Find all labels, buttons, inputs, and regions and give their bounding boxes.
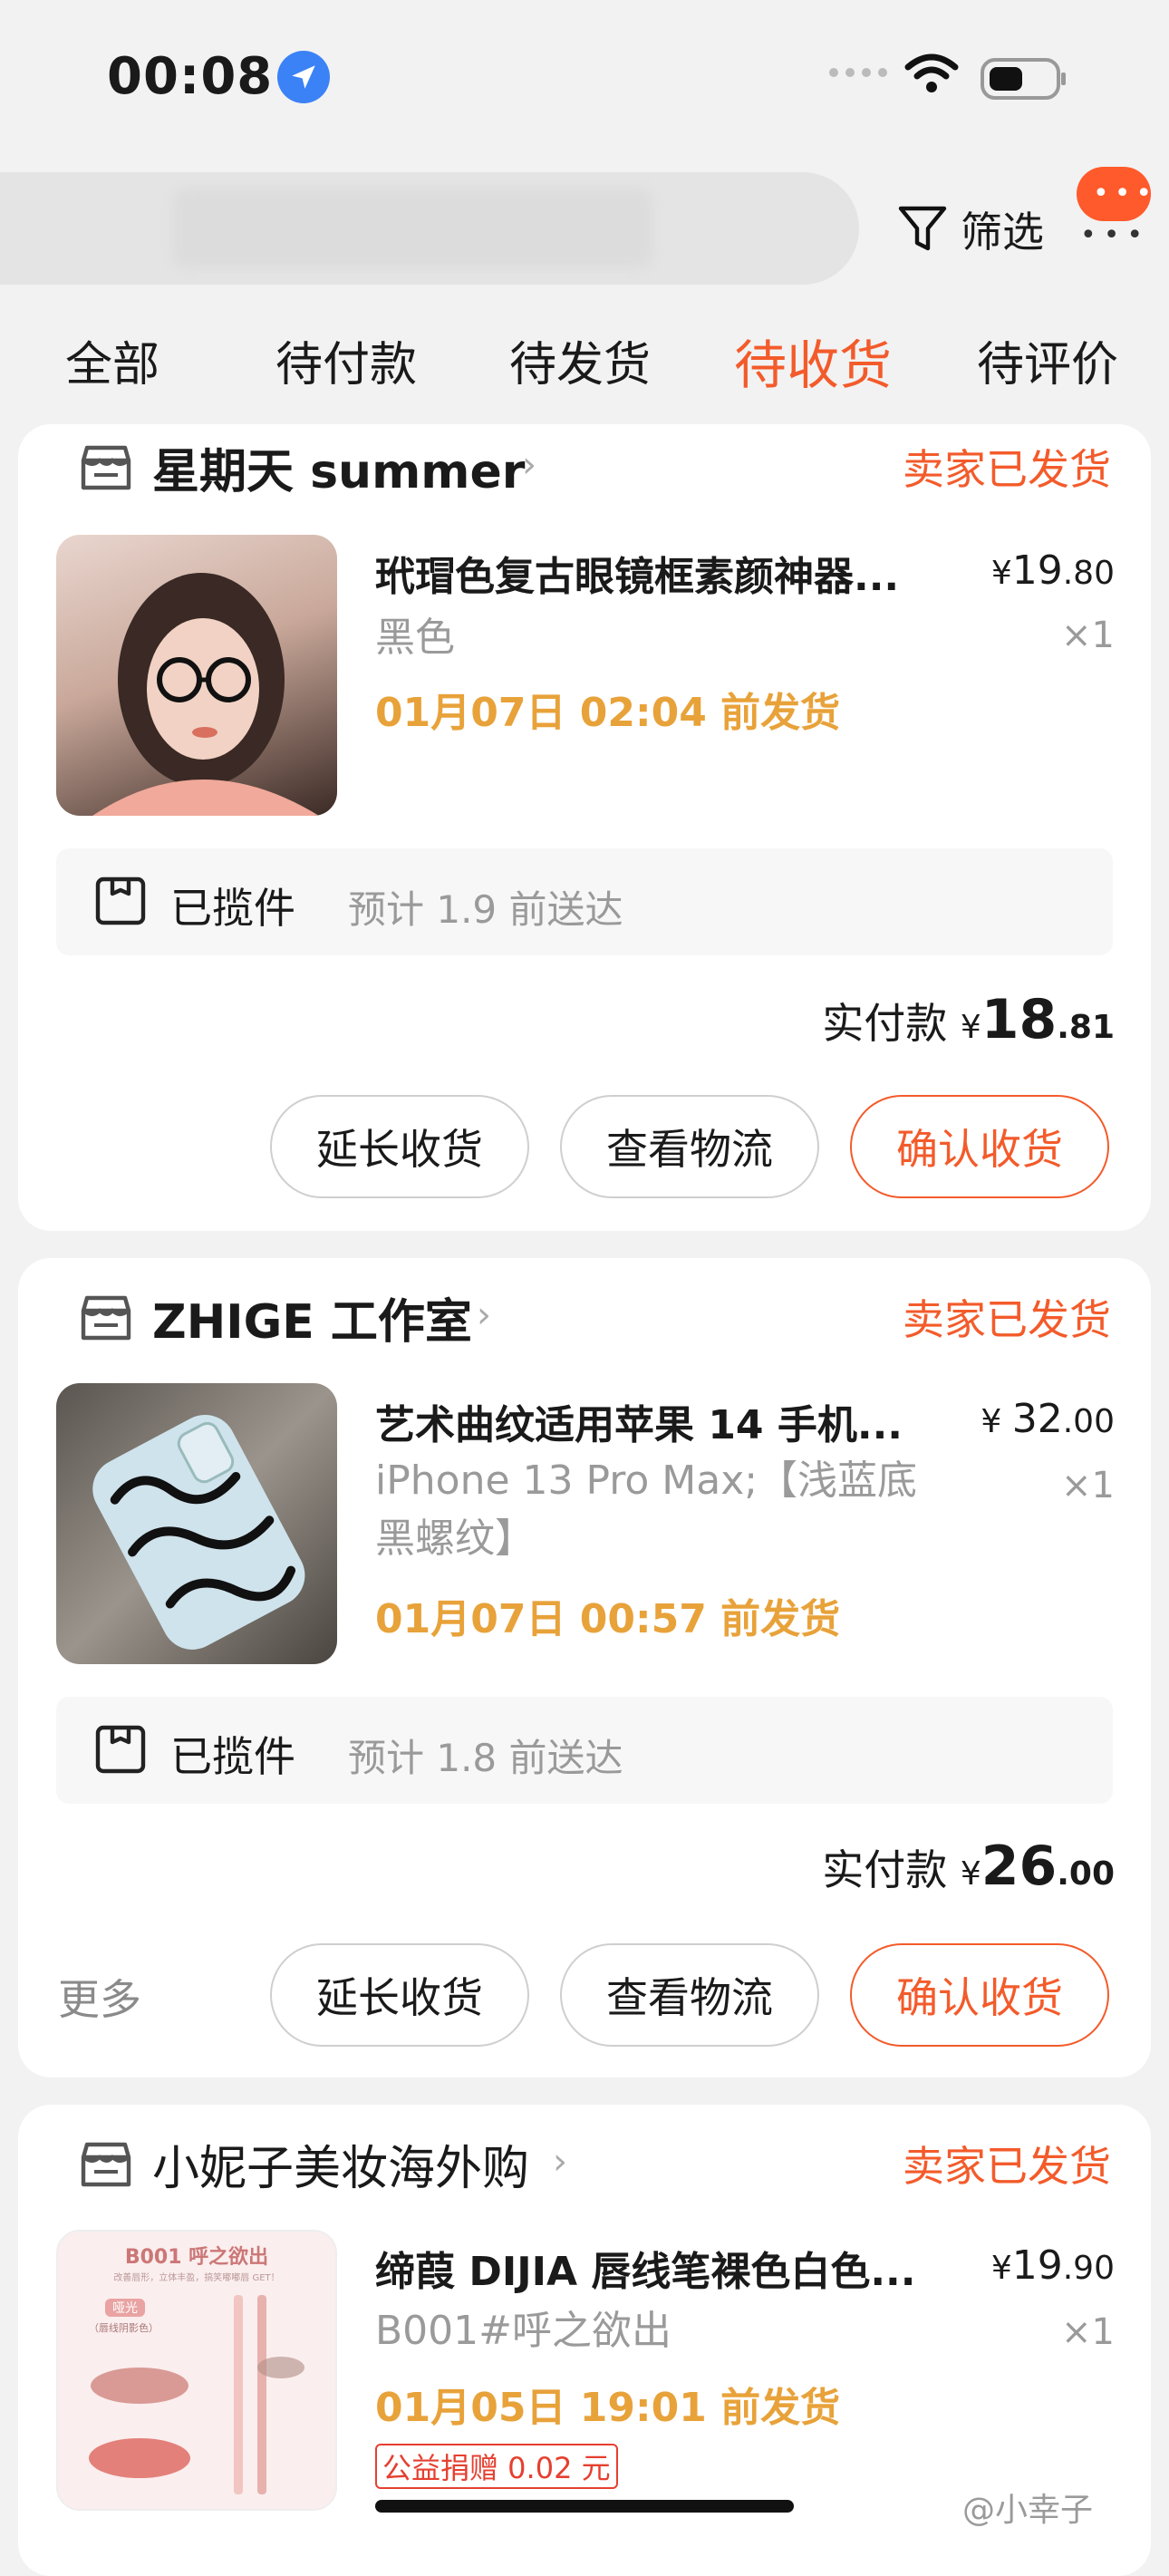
shop-icon (81, 2142, 131, 2187)
extend-receipt-button[interactable]: 延长收货 (270, 1095, 529, 1198)
chevron-right-icon: › (477, 1294, 491, 1336)
order-card: 星期天 summer › 卖家已发货 玳瑁色复古眼镜框素颜神器... ¥19.8… (18, 424, 1151, 1231)
tab-pending-shipment[interactable]: 待发货 (509, 326, 651, 394)
currency-symbol: ¥ (990, 555, 1012, 592)
filter-button[interactable]: 筛选 (897, 198, 1044, 261)
order-card-header[interactable]: 星期天 summer › 卖家已发货 (58, 424, 1115, 499)
logistics-eta: 预计 1.9 前送达 (348, 887, 623, 932)
paid-integer: 26 (981, 1835, 1058, 1898)
shop-icon (81, 1295, 131, 1341)
product-thumbnail[interactable] (56, 1383, 337, 1664)
confirm-receipt-button[interactable]: 确认收货 (850, 1943, 1109, 2047)
product-spec: iPhone 13 Pro Max;【浅蓝底黑螺纹】 (375, 1457, 918, 1562)
price-decimal: .90 (1062, 2250, 1115, 2287)
search-input-redacted (172, 189, 652, 268)
product-quantity: ×1 (1061, 1465, 1115, 1506)
logistics-summary[interactable]: 已揽件 预计 1.9 前送达 (56, 848, 1113, 955)
paid-integer: 18 (981, 988, 1058, 1051)
logistics-summary[interactable]: 已揽件 预计 1.8 前送达 (56, 1697, 1113, 1804)
order-card-header[interactable]: 小妮子美妆海外购 › 卖家已发货 (58, 2121, 1115, 2196)
chevron-right-icon: › (553, 2141, 567, 2183)
ship-deadline: 01月05日 19:01 前发货 (375, 2385, 841, 2431)
location-arrow-icon (277, 51, 330, 103)
filter-label: 筛选 (961, 208, 1044, 257)
product-spec: B001#呼之欲出 (375, 2308, 672, 2354)
order-status: 卖家已发货 (903, 2142, 1111, 2191)
paid-label: 实付款 (822, 1845, 948, 1894)
tab-pending-payment[interactable]: 待付款 (275, 326, 417, 394)
cellular-signal-icon (828, 63, 888, 85)
home-indicator[interactable] (375, 2500, 794, 2513)
shop-name[interactable]: 星期天 summer (152, 433, 525, 501)
price-decimal: .00 (1062, 1403, 1115, 1440)
shop-icon (81, 445, 131, 490)
extend-receipt-button[interactable]: 延长收货 (270, 1943, 529, 2047)
wifi-icon (904, 53, 959, 98)
order-card: ZHIGE 工作室 › 卖家已发货 艺术曲纹适用苹果 14 手机... ¥ 32… (18, 1258, 1151, 2077)
logistics-status: 已揽件 (170, 884, 295, 933)
tab-pending-receipt[interactable]: 待收货 (734, 323, 892, 399)
more-actions-link[interactable]: 更多 (58, 1967, 141, 2027)
view-logistics-button[interactable]: 查看物流 (560, 1095, 819, 1198)
product-quantity: ×1 (1061, 2311, 1115, 2353)
paid-amount: 实付款 ¥26.00 (822, 1835, 1115, 1898)
weibo-watermark: @小幸子 (962, 2492, 1094, 2529)
product-price: ¥ 32.00 (981, 1396, 1115, 1442)
logistics-status: 已揽件 (170, 1732, 295, 1781)
product-spec: 黑色 (375, 615, 455, 661)
paid-label: 实付款 (822, 999, 948, 1048)
product-thumbnail[interactable] (56, 535, 337, 816)
search-bar[interactable] (0, 172, 859, 285)
filter-funnel-icon (898, 206, 947, 251)
more-dots-icon: ••• (1093, 178, 1158, 209)
currency-symbol: ¥ (960, 1009, 981, 1046)
product-price: ¥19.80 (991, 547, 1115, 594)
ship-deadline: 01月07日 02:04 前发货 (375, 690, 841, 736)
order-tabs: 全部 待付款 待发货 待收货 待评价 (0, 326, 1169, 417)
package-box-icon (95, 876, 146, 925)
price-integer: 32 (1011, 1396, 1063, 1442)
messages-dots-icon[interactable]: ••• (1080, 219, 1150, 251)
logistics-eta: 预计 1.8 前送达 (348, 1736, 623, 1780)
price-integer: 19 (1011, 547, 1063, 594)
product-thumbnail[interactable]: B001 呼之欲出 改善唇形，立体丰盈，搞笑嘟嘟唇 GET！ 哑光 （唇线阴影色… (56, 2230, 337, 2511)
product-title[interactable]: 玳瑁色复古眼镜框素颜神器... (375, 544, 973, 602)
price-integer: 19 (1011, 2242, 1063, 2289)
product-title[interactable]: 缔葭 DIJIA 唇线笔裸色白色... (375, 2239, 973, 2297)
currency-symbol: ¥ (990, 2250, 1012, 2287)
tab-pending-review[interactable]: 待评价 (977, 326, 1118, 394)
product-price: ¥19.90 (991, 2242, 1115, 2289)
battery-icon (981, 58, 1068, 103)
ship-deadline: 01月07日 00:57 前发货 (375, 1596, 841, 1642)
product-title[interactable]: 艺术曲纹适用苹果 14 手机... (375, 1392, 973, 1450)
order-card-header[interactable]: ZHIGE 工作室 › 卖家已发货 (58, 1274, 1115, 1350)
paid-decimal: .00 (1057, 1855, 1115, 1893)
view-logistics-button[interactable]: 查看物流 (560, 1943, 819, 2047)
lip-liner-illustration (89, 2295, 304, 2494)
package-box-icon (95, 1725, 146, 1774)
product-quantity: ×1 (1061, 615, 1115, 656)
more-menu-button[interactable]: ••• (1077, 167, 1152, 221)
currency-symbol: ¥ (960, 1855, 981, 1893)
order-status: 卖家已发货 (903, 1295, 1111, 1344)
shop-name[interactable]: ZHIGE 工作室 (152, 1283, 472, 1351)
charity-donation-badge: 公益捐赠 0.02 元 (375, 2444, 618, 2489)
shop-name[interactable]: 小妮子美妆海外购 (152, 2130, 529, 2198)
chevron-right-icon: › (522, 444, 536, 486)
currency-symbol: ¥ (981, 1403, 1002, 1440)
tab-all[interactable]: 全部 (65, 326, 159, 394)
status-time: 00:08 (107, 47, 274, 106)
price-decimal: .80 (1062, 555, 1115, 592)
status-bar: 00:08 (0, 0, 1169, 154)
order-status: 卖家已发货 (903, 445, 1111, 494)
confirm-receipt-button[interactable]: 确认收货 (850, 1095, 1109, 1198)
paid-decimal: .81 (1057, 1009, 1115, 1046)
paid-amount: 实付款 ¥18.81 (822, 988, 1115, 1051)
